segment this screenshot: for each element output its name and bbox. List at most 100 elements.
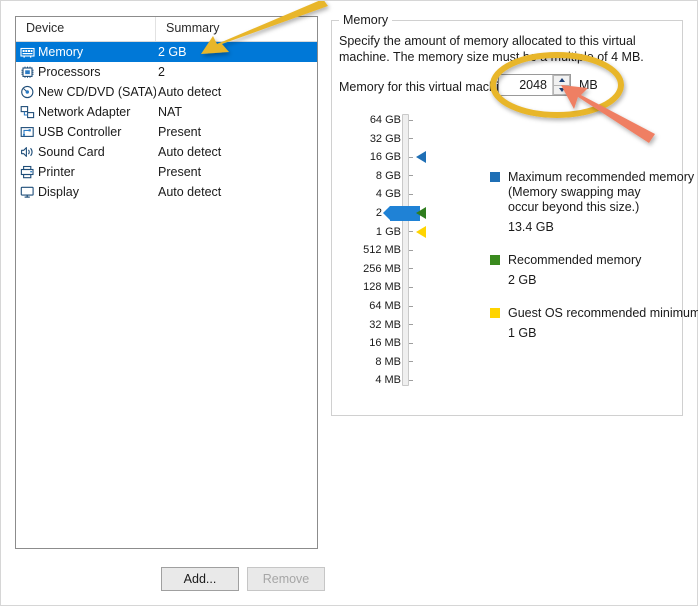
device-table-header: Device Summary bbox=[16, 17, 317, 42]
scale-tick-label: 4 GB bbox=[375, 188, 401, 201]
caret-down-icon bbox=[558, 87, 565, 92]
network-adapter-icon bbox=[16, 102, 38, 122]
cd-dvd-icon bbox=[20, 85, 33, 99]
memory-field-label: Memory for this virtual machine: bbox=[339, 80, 517, 94]
scale-tick-label: 1 GB bbox=[375, 225, 401, 238]
scale-tick-label: 32 MB bbox=[369, 318, 401, 331]
legend-color-swatch bbox=[490, 255, 500, 265]
device-name: New CD/DVD (SATA) bbox=[38, 85, 156, 99]
device-name: USB Controller bbox=[38, 125, 122, 139]
device-summary: 2 bbox=[158, 65, 165, 79]
device-row-new-cd-dvd-sata[interactable]: New CD/DVD (SATA) Auto detect bbox=[16, 82, 317, 102]
scale-tick-256-mb: 256 MB bbox=[339, 262, 449, 276]
guest-minimum-marker bbox=[416, 225, 426, 238]
network-adapter-icon bbox=[20, 106, 34, 119]
display-icon bbox=[16, 182, 38, 202]
scale-tick-512-mb: 512 MB bbox=[339, 243, 449, 257]
vm-settings-dialog: Device Summary Memory 2 GB Processors 2 bbox=[0, 0, 698, 606]
legend-value: 13.4 GB bbox=[508, 220, 554, 234]
scale-tick-label: 64 GB bbox=[369, 114, 401, 126]
sound-card-icon bbox=[20, 147, 33, 157]
processor-icon bbox=[20, 66, 34, 78]
scale-tick-8-mb: 8 MB bbox=[339, 355, 449, 369]
device-name: Printer bbox=[38, 165, 75, 179]
usb-controller-icon bbox=[16, 122, 38, 142]
device-row-usb-controller[interactable]: USB Controller Present bbox=[16, 122, 317, 142]
device-list-panel: Device Summary Memory 2 GB Processors 2 bbox=[15, 16, 318, 549]
legend-head: Recommended memory bbox=[490, 252, 680, 268]
device-list[interactable]: Memory 2 GB Processors 2 New CD/DVD (SATA)… bbox=[16, 42, 317, 548]
device-actions: Add... Remove bbox=[161, 567, 325, 591]
device-row-printer[interactable]: Printer Present bbox=[16, 162, 317, 182]
device-row-display[interactable]: Display Auto detect bbox=[16, 182, 317, 202]
recommended-marker bbox=[416, 207, 426, 219]
scale-tick-4-mb: 4 MB bbox=[339, 373, 449, 387]
scale-tick-128-mb: 128 MB bbox=[339, 280, 449, 294]
printer-icon bbox=[20, 165, 34, 179]
device-summary: Auto detect bbox=[158, 145, 222, 159]
memory-icon bbox=[19, 47, 35, 58]
scale-tick-1-gb: 1 GB bbox=[339, 225, 449, 239]
legend-note-line-1: (Memory swapping may bbox=[508, 185, 641, 199]
column-header-summary[interactable]: Summary bbox=[156, 17, 317, 41]
memory-size-stepper[interactable] bbox=[498, 74, 571, 96]
legend-title: Recommended memory bbox=[508, 253, 642, 267]
device-summary: Present bbox=[158, 165, 202, 179]
legend-entry: Recommended memory 2 GB bbox=[490, 252, 680, 288]
column-header-device[interactable]: Device bbox=[16, 17, 156, 41]
stepper-increment-button[interactable] bbox=[553, 75, 570, 86]
sound-card-icon bbox=[16, 142, 38, 162]
device-summary: 2 GB bbox=[158, 45, 187, 59]
legend-value: 2 GB bbox=[508, 273, 537, 287]
legend-color-swatch bbox=[490, 172, 500, 182]
memory-slider-track[interactable] bbox=[402, 114, 409, 386]
add-button[interactable]: Add... bbox=[161, 567, 239, 591]
stepper-buttons bbox=[552, 75, 570, 95]
device-name: Memory bbox=[38, 45, 84, 59]
maximum-recommended-marker bbox=[416, 151, 426, 164]
scale-tick-label: 8 MB bbox=[375, 355, 401, 368]
device-summary: Auto detect bbox=[158, 85, 222, 99]
scale-tick-4-gb: 4 GB bbox=[339, 187, 449, 201]
caret-up-icon bbox=[558, 78, 565, 83]
device-row-sound-card[interactable]: Sound Card Auto detect bbox=[16, 142, 317, 162]
device-summary: NAT bbox=[158, 105, 183, 119]
device-summary: Auto detect bbox=[158, 185, 222, 199]
device-row-network-adapter[interactable]: Network Adapter NAT bbox=[16, 102, 317, 122]
printer-icon bbox=[16, 162, 38, 182]
legend-entry: Guest OS recommended minimum 1 GB bbox=[490, 305, 698, 341]
scale-tick-label: 16 GB bbox=[369, 151, 401, 164]
legend-color-swatch bbox=[490, 308, 500, 318]
device-name: Display bbox=[38, 185, 79, 199]
legend-head: Guest OS recommended minimum bbox=[490, 305, 698, 321]
legend-entry: Maximum recommended memory (Memory swapp… bbox=[490, 169, 694, 235]
scale-tick-label: 64 MB bbox=[369, 300, 401, 312]
legend-title: Maximum recommended memory bbox=[508, 170, 695, 184]
device-name: Sound Card bbox=[38, 145, 105, 159]
memory-description: Specify the amount of memory allocated t… bbox=[339, 34, 644, 64]
memory-size-input[interactable] bbox=[499, 75, 552, 95]
scale-tick-label: 8 GB bbox=[375, 169, 401, 182]
device-row-processors[interactable]: Processors 2 bbox=[16, 62, 317, 82]
scale-tick-32-mb: 32 MB bbox=[339, 318, 449, 332]
processor-icon bbox=[16, 62, 38, 82]
remove-button: Remove bbox=[247, 567, 325, 591]
stepper-decrement-button[interactable] bbox=[553, 85, 570, 95]
legend-value: 1 GB bbox=[508, 326, 537, 340]
cd-dvd-icon bbox=[16, 82, 38, 102]
scale-tick-64-mb: 64 MB bbox=[339, 299, 449, 313]
scale-tick-label: 128 MB bbox=[363, 281, 401, 294]
scale-tick-label: 256 MB bbox=[363, 262, 401, 275]
scale-tick-label: 32 GB bbox=[369, 132, 401, 145]
device-name: Network Adapter bbox=[38, 105, 131, 119]
memory-group-title: Memory bbox=[339, 13, 393, 27]
scale-tick-64-gb: 64 GB bbox=[339, 113, 449, 127]
device-summary: Present bbox=[158, 125, 202, 139]
device-row-memory[interactable]: Memory 2 GB bbox=[16, 42, 317, 62]
scale-tick-label: 512 MB bbox=[363, 244, 401, 257]
display-icon bbox=[20, 186, 34, 198]
device-name: Processors bbox=[38, 65, 101, 79]
memory-legend: Maximum recommended memory (Memory swapp… bbox=[490, 169, 698, 358]
scale-tick-8-gb: 8 GB bbox=[339, 169, 449, 183]
legend-head: Maximum recommended memory bbox=[490, 169, 694, 185]
